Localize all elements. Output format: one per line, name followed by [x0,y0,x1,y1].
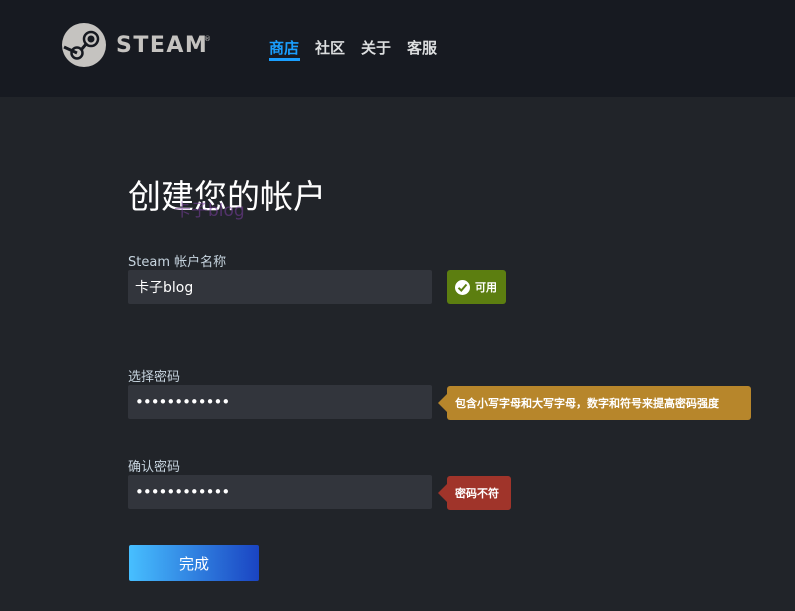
steam-logo[interactable]: STEAM ® [62,23,212,69]
hint-arrow [438,394,447,412]
nav-support[interactable]: 客服 [407,37,437,58]
password-strength-hint-text: 包含小写字母和大写字母，数字和符号来提高密码强度 [455,397,719,410]
account-name-input[interactable] [128,270,432,304]
site-header: STEAM ® 商店 社区 关于 客服 [0,0,795,97]
nav-active-underline [269,58,300,61]
nav-store[interactable]: 商店 [269,37,299,58]
nav-about[interactable]: 关于 [361,37,391,58]
check-circle-icon [455,279,470,295]
steam-logo-icon [62,23,106,67]
confirm-password-input[interactable] [128,475,432,509]
password-input[interactable] [128,385,432,419]
steam-logo-text: STEAM [116,33,209,58]
password-mismatch-text: 密码不符 [455,487,499,500]
account-name-label: Steam 帐户名称 [128,255,227,270]
watermark-text: 卡子blog [174,201,245,221]
submit-button[interactable]: 完成 [129,545,259,581]
registered-mark: ® [204,35,211,43]
account-available-badge: 可用 [447,270,506,304]
error-arrow [438,484,447,502]
password-strength-hint: 包含小写字母和大写字母，数字和符号来提高密码强度 [438,386,751,420]
account-available-text: 可用 [475,281,497,294]
confirm-password-label: 确认密码 [128,460,181,475]
nav-community[interactable]: 社区 [315,37,345,58]
password-label: 选择密码 [128,370,181,385]
password-mismatch-error: 密码不符 [438,476,511,510]
